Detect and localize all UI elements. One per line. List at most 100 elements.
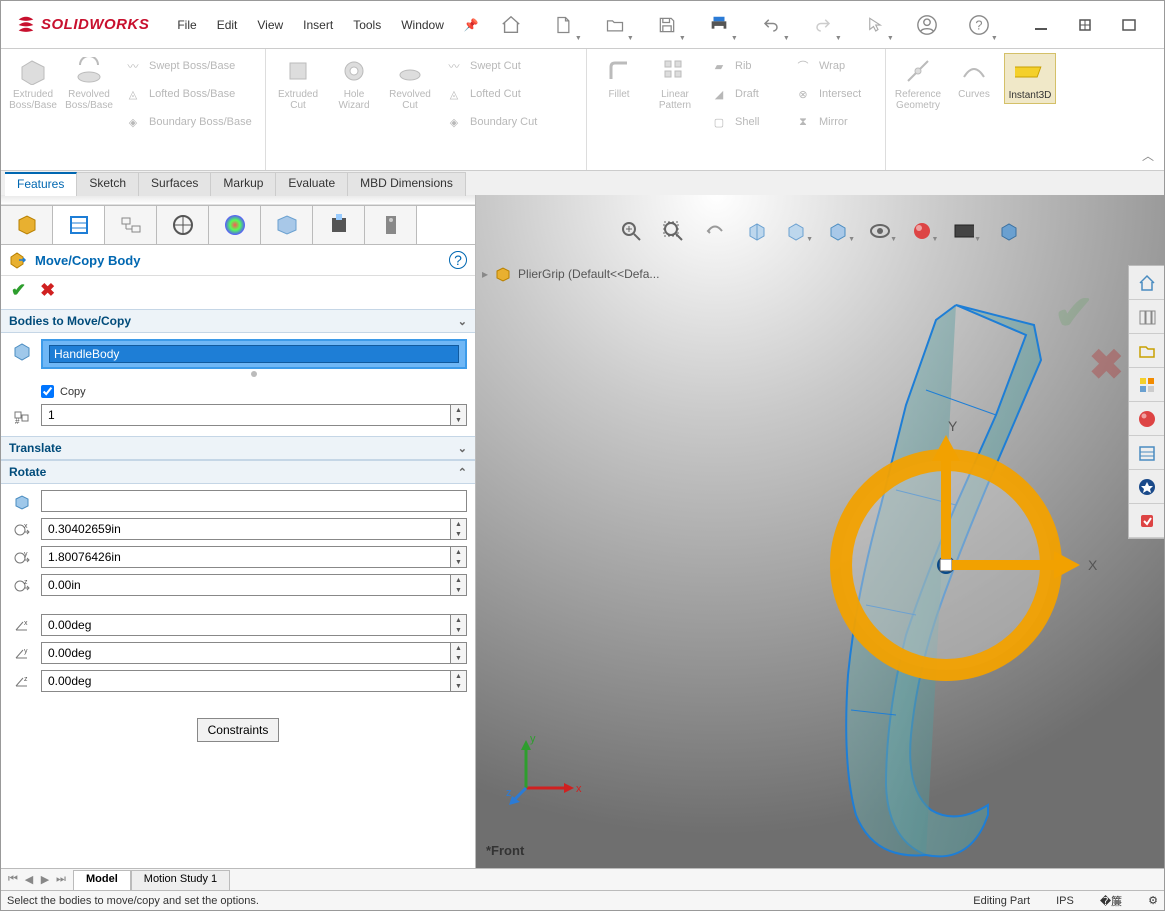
spin-down[interactable]: ▼ — [451, 415, 466, 425]
tab-sketch[interactable]: Sketch — [77, 172, 139, 196]
rb-boundary-boss[interactable]: ◈Boundary Boss/Base — [119, 109, 259, 135]
close-button[interactable] — [1151, 5, 1165, 45]
open-button[interactable]: ▼ — [593, 5, 637, 45]
copies-count-input[interactable]: ▲▼ — [41, 404, 467, 426]
tab-features[interactable]: Features — [5, 172, 77, 196]
taskpane-library-icon[interactable] — [1129, 300, 1164, 334]
edit-appearance-icon[interactable]: ▼ — [911, 217, 939, 245]
rb-reference-geometry[interactable]: Reference Geometry — [892, 53, 944, 113]
pm-tab-dimxpert[interactable] — [157, 206, 209, 244]
hide-show-icon[interactable]: ▼ — [869, 217, 897, 245]
status-units[interactable]: IPS — [1056, 895, 1074, 907]
rb-extruded-boss[interactable]: Extruded Boss/Base — [7, 53, 59, 113]
bottom-tab-model[interactable]: Model — [73, 870, 131, 890]
pm-tab-cam[interactable] — [313, 206, 365, 244]
pm-help-icon[interactable]: ? — [449, 251, 467, 269]
rb-mirror[interactable]: ⧗Mirror — [789, 109, 879, 135]
pm-tab-appearances[interactable] — [209, 206, 261, 244]
angle-z-input[interactable]: ▲▼ — [41, 670, 467, 692]
selection-resize-grip[interactable] — [41, 369, 467, 379]
rb-boundary-cut[interactable]: ◈Boundary Cut — [440, 109, 580, 135]
redo-button[interactable]: ▼ — [801, 5, 845, 45]
spin-up[interactable]: ▲ — [451, 405, 466, 415]
taskpane-view-palette-icon[interactable] — [1129, 368, 1164, 402]
view-settings-icon[interactable] — [995, 217, 1023, 245]
pm-tab-property-manager[interactable] — [53, 206, 105, 244]
pm-tab-cam2[interactable] — [365, 206, 417, 244]
apply-scene-icon[interactable]: ▼ — [953, 217, 981, 245]
part-body-graphic[interactable]: Y X — [596, 245, 1156, 868]
angle-y-input[interactable]: ▲▼ — [41, 642, 467, 664]
rb-rib[interactable]: ▰Rib — [705, 53, 785, 79]
selected-body-item[interactable]: HandleBody — [49, 345, 459, 363]
rb-revolved-cut[interactable]: Revolved Cut — [384, 53, 436, 113]
rb-revolved-boss[interactable]: Revolved Boss/Base — [63, 53, 115, 113]
ribbon-collapse-icon[interactable]: ︿ — [1142, 147, 1154, 164]
angle-x-input[interactable]: ▲▼ — [41, 614, 467, 636]
zoom-area-icon[interactable] — [659, 217, 687, 245]
maximize-button[interactable] — [1107, 5, 1151, 45]
rb-draft[interactable]: ◢Draft — [705, 81, 785, 107]
taskpane-explorer-icon[interactable] — [1129, 334, 1164, 368]
copy-checkbox[interactable] — [41, 385, 54, 398]
section-bodies-header[interactable]: Bodies to Move/Copy ⌄ — [1, 309, 475, 333]
home-button[interactable] — [489, 5, 533, 45]
tab-nav-next[interactable]: ▶ — [37, 873, 53, 886]
taskpane-appearances-icon[interactable] — [1129, 402, 1164, 436]
rb-hole-wizard[interactable]: Hole Wizard — [328, 53, 380, 113]
pm-tab-display[interactable] — [261, 206, 313, 244]
user-button[interactable] — [905, 5, 949, 45]
tab-mbd-dimensions[interactable]: MBD Dimensions — [348, 172, 466, 196]
select-tool-button[interactable]: ▼ — [853, 5, 897, 45]
tab-markup[interactable]: Markup — [211, 172, 276, 196]
bodies-selection-box[interactable]: HandleBody — [41, 339, 467, 369]
menu-tools[interactable]: Tools — [343, 14, 391, 36]
rb-swept-boss[interactable]: 〰Swept Boss/Base — [119, 53, 259, 79]
crumb-expand-icon[interactable]: ▸ — [482, 267, 488, 281]
menu-pin-icon[interactable]: 📌 — [454, 14, 489, 36]
rb-fillet[interactable]: Fillet — [593, 53, 645, 102]
pm-cancel-button[interactable]: ✖ — [40, 280, 55, 301]
center-y-input[interactable]: ▲▼ — [41, 546, 467, 568]
tab-nav-first[interactable]: ⏮ — [5, 873, 21, 886]
graphics-viewport[interactable]: ✔ ✖ ▼ ▼ ▼ ▼ ▼ ▸ PlierGrip (Default<<Defa… — [476, 195, 1164, 868]
pm-ok-button[interactable]: ✔ — [11, 280, 26, 301]
minimize-button[interactable] — [1019, 5, 1063, 45]
pm-tab-feature-tree[interactable] — [1, 206, 53, 244]
help-button[interactable]: ?▼ — [957, 5, 1001, 45]
taskpane-forum-icon[interactable] — [1129, 470, 1164, 504]
undo-button[interactable]: ▼ — [749, 5, 793, 45]
restore-button[interactable] — [1063, 5, 1107, 45]
prev-view-icon[interactable] — [701, 217, 729, 245]
bottom-tab-motion-study[interactable]: Motion Study 1 — [131, 870, 230, 890]
rb-wrap[interactable]: ⌒Wrap — [789, 53, 879, 79]
menu-file[interactable]: File — [167, 14, 206, 36]
rb-lofted-boss[interactable]: ◬Lofted Boss/Base — [119, 81, 259, 107]
view-orientation-icon[interactable]: ▼ — [785, 217, 813, 245]
section-view-icon[interactable] — [743, 217, 771, 245]
tab-nav-prev[interactable]: ◀ — [21, 873, 37, 886]
zoom-fit-icon[interactable] — [617, 217, 645, 245]
taskpane-extra-icon[interactable] — [1129, 504, 1164, 538]
tab-surfaces[interactable]: Surfaces — [139, 172, 211, 196]
center-z-input[interactable]: ▲▼ — [41, 574, 467, 596]
print-button[interactable]: ▼ — [697, 5, 741, 45]
section-rotate-header[interactable]: Rotate ⌃ — [1, 460, 475, 484]
rb-linear-pattern[interactable]: Linear Pattern — [649, 53, 701, 113]
taskpane-properties-icon[interactable] — [1129, 436, 1164, 470]
rb-intersect[interactable]: ⊗Intersect — [789, 81, 879, 107]
rb-instant3d[interactable]: Instant3D — [1004, 53, 1056, 104]
orientation-triad[interactable]: x y z — [506, 728, 586, 808]
constraints-button[interactable]: Constraints — [197, 718, 280, 742]
menu-view[interactable]: View — [247, 14, 293, 36]
rb-lofted-cut[interactable]: ◬Lofted Cut — [440, 81, 580, 107]
section-translate-header[interactable]: Translate ⌄ — [1, 436, 475, 460]
pm-tab-config[interactable] — [105, 206, 157, 244]
status-extra-icon[interactable]: �簾 — [1100, 893, 1122, 909]
menu-window[interactable]: Window — [391, 14, 454, 36]
taskpane-home-icon[interactable] — [1129, 266, 1164, 300]
center-x-input[interactable]: ▲▼ — [41, 518, 467, 540]
save-button[interactable]: ▼ — [645, 5, 689, 45]
tab-evaluate[interactable]: Evaluate — [276, 172, 348, 196]
rb-extruded-cut[interactable]: Extruded Cut — [272, 53, 324, 113]
